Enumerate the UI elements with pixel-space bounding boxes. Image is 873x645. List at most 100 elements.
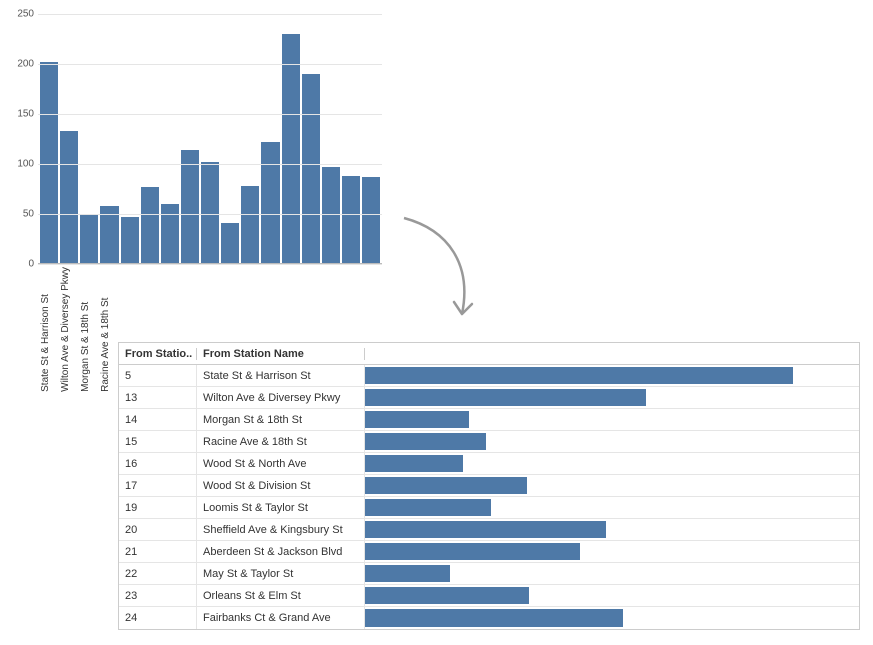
bar-slot [221, 4, 239, 263]
bar-slot [80, 4, 98, 263]
cell-station-name: Morgan St & 18th St [197, 409, 365, 430]
cell-bar [365, 387, 859, 408]
cell-station-id: 17 [119, 475, 197, 496]
cell-station-id: 19 [119, 497, 197, 518]
horizontal-bar[interactable] [365, 521, 606, 538]
table-row[interactable]: 14Morgan St & 18th St [119, 409, 859, 431]
horizontal-bar[interactable] [365, 367, 793, 384]
bar[interactable] [241, 186, 259, 263]
gridline [38, 164, 382, 165]
table-row[interactable]: 13Wilton Ave & Diversey Pkwy [119, 387, 859, 409]
bar-slot [181, 4, 199, 263]
bar[interactable] [302, 74, 320, 263]
cell-station-id: 22 [119, 563, 197, 584]
bar-slot [362, 4, 380, 263]
bar[interactable] [322, 167, 340, 263]
bar[interactable] [282, 34, 300, 263]
cell-station-name: Aberdeen St & Jackson Blvd [197, 541, 365, 562]
x-tick-label: Wilton Ave & Diversey Pkwy [60, 267, 78, 394]
cell-station-name: State St & Harrison St [197, 365, 365, 386]
cell-bar [365, 497, 859, 518]
vertical-bar-container [38, 4, 382, 263]
bar[interactable] [80, 214, 98, 263]
bar-slot [302, 4, 320, 263]
cell-station-name: Wood St & Division St [197, 475, 365, 496]
cell-station-name: May St & Taylor St [197, 563, 365, 584]
cell-station-id: 24 [119, 607, 197, 629]
table-row[interactable]: 16Wood St & North Ave [119, 453, 859, 475]
bar-slot [322, 4, 340, 263]
gridline [38, 114, 382, 115]
cell-station-name: Sheffield Ave & Kingsbury St [197, 519, 365, 540]
cell-station-id: 5 [119, 365, 197, 386]
table-row[interactable]: 22May St & Taylor St [119, 563, 859, 585]
cell-bar [365, 365, 859, 386]
horizontal-bar[interactable] [365, 477, 527, 494]
cell-bar [365, 453, 859, 474]
y-tick-label: 100 [10, 159, 34, 170]
gridline [38, 64, 382, 65]
table-row[interactable]: 21Aberdeen St & Jackson Blvd [119, 541, 859, 563]
horizontal-bar[interactable] [365, 389, 646, 406]
vertical-bar-plot: 050100150200250 [38, 4, 382, 264]
bar[interactable] [181, 150, 199, 263]
bar-slot [100, 4, 118, 263]
cell-station-id: 14 [119, 409, 197, 430]
bar[interactable] [201, 162, 219, 263]
table-row[interactable]: 15Racine Ave & 18th St [119, 431, 859, 453]
bar-slot [141, 4, 159, 263]
bar[interactable] [161, 204, 179, 263]
cell-station-id: 13 [119, 387, 197, 408]
x-tick-label: State St & Harrison St [40, 267, 58, 394]
bar[interactable] [221, 223, 239, 263]
gridline [38, 214, 382, 215]
horizontal-bar[interactable] [365, 565, 450, 582]
horizontal-bar[interactable] [365, 499, 491, 516]
header-bar-area [365, 352, 859, 356]
table-header: From Statio.. From Station Name [119, 343, 859, 365]
bar[interactable] [342, 176, 360, 263]
cell-bar [365, 431, 859, 452]
y-tick-label: 150 [10, 109, 34, 120]
horizontal-bar[interactable] [365, 587, 529, 604]
bar[interactable] [362, 177, 380, 263]
cell-station-id: 23 [119, 585, 197, 606]
table-row[interactable]: 24Fairbanks Ct & Grand Ave [119, 607, 859, 629]
table-row[interactable]: 19Loomis St & Taylor St [119, 497, 859, 519]
table-row[interactable]: 23Orleans St & Elm St [119, 585, 859, 607]
bar-slot [60, 4, 78, 263]
horizontal-bar[interactable] [365, 609, 623, 627]
table-row[interactable]: 5State St & Harrison St [119, 365, 859, 387]
cell-station-id: 21 [119, 541, 197, 562]
bar[interactable] [261, 142, 279, 263]
bar-slot [201, 4, 219, 263]
arrow-icon [394, 210, 494, 330]
y-tick-label: 0 [10, 259, 34, 270]
gridline [38, 14, 382, 15]
bar-slot [40, 4, 58, 263]
gridline [38, 264, 382, 265]
bar-slot [121, 4, 139, 263]
horizontal-bar[interactable] [365, 455, 463, 472]
horizontal-bar[interactable] [365, 411, 469, 428]
cell-bar [365, 585, 859, 606]
x-tick-label: Racine Ave & 18th St [100, 267, 118, 394]
cell-station-id: 20 [119, 519, 197, 540]
bar-slot [261, 4, 279, 263]
bar[interactable] [40, 62, 58, 263]
y-tick-label: 250 [10, 9, 34, 20]
horizontal-bar[interactable] [365, 543, 580, 560]
bar-slot [282, 4, 300, 263]
cell-station-name: Fairbanks Ct & Grand Ave [197, 607, 365, 629]
cell-station-name: Wilton Ave & Diversey Pkwy [197, 387, 365, 408]
table-row[interactable]: 17Wood St & Division St [119, 475, 859, 497]
bar-slot [161, 4, 179, 263]
bar[interactable] [60, 131, 78, 263]
x-tick-label: Morgan St & 18th St [80, 267, 98, 394]
cell-station-name: Loomis St & Taylor St [197, 497, 365, 518]
bar[interactable] [141, 187, 159, 263]
y-tick-label: 200 [10, 59, 34, 70]
table-row[interactable]: 20Sheffield Ave & Kingsbury St [119, 519, 859, 541]
horizontal-bar[interactable] [365, 433, 486, 450]
bar[interactable] [121, 217, 139, 263]
